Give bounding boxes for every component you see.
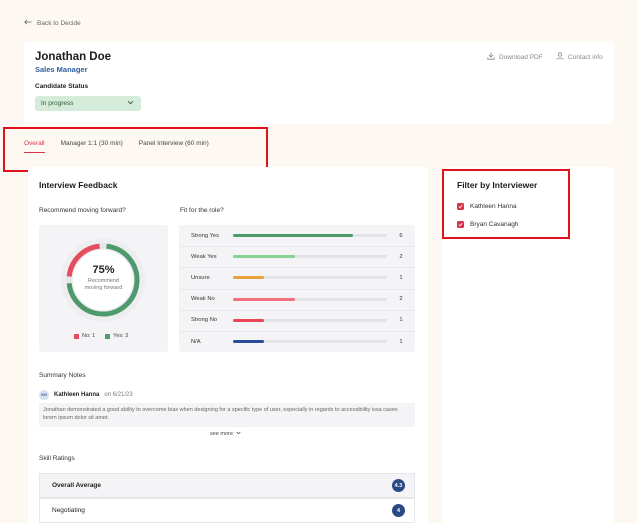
note-text: Jonathan demonstrated a good ability to …	[39, 403, 415, 427]
fit-bar-row: Weak Yes 2	[179, 246, 415, 267]
see-more-label: see more	[210, 431, 233, 437]
status-value: In progress	[41, 100, 74, 107]
fit-bar-category: N/A	[191, 338, 201, 345]
fit-bar-row: Weak No 2	[179, 289, 415, 310]
fit-bar-count: 1	[399, 338, 403, 345]
fit-label: Fit for the role?	[180, 207, 224, 214]
fit-bar-track	[233, 318, 387, 322]
chevron-down-icon	[127, 100, 134, 107]
fit-bar-count: 2	[399, 296, 403, 303]
note-author-row: KH Kathleen Hanna on 6/21/23	[39, 390, 133, 400]
fit-bar-row: Unsure 1	[179, 267, 415, 288]
candidate-name: Jonathan Doe	[35, 51, 112, 63]
download-pdf-button[interactable]: Download PDF	[487, 52, 543, 62]
contact-info-label: Contact info	[568, 53, 603, 61]
fit-bar-track	[233, 276, 387, 280]
fit-bar-category: Weak Yes	[191, 253, 217, 260]
fit-bar-count: 6	[399, 232, 403, 239]
back-link-label: Back to Decide	[37, 19, 81, 27]
donut-caption-line1: Recommend	[87, 278, 120, 284]
fit-bar-track	[233, 234, 387, 237]
legend-yes: Yes: 3	[105, 333, 128, 339]
fit-bar-track	[233, 297, 387, 301]
skill-score-badge: 4	[392, 504, 405, 517]
download-icon	[487, 52, 495, 62]
donut-percent: 75%	[92, 264, 115, 276]
status-label: Candidate Status	[35, 83, 89, 90]
fit-bar	[233, 318, 264, 322]
highlight-box-filter	[442, 169, 570, 239]
candidate-role: Sales Manager	[35, 65, 88, 74]
summary-notes-label: Summary Notes	[39, 372, 86, 379]
legend-no: No: 1	[74, 333, 95, 339]
fit-bar	[233, 340, 264, 343]
skill-row-overall-average: Overall Average 4.3	[39, 473, 415, 498]
fit-bar	[233, 255, 295, 259]
fit-bar-category: Strong Yes	[191, 232, 220, 239]
chevron-down-icon	[236, 431, 241, 437]
fit-bar-track	[233, 340, 387, 343]
highlight-box-tabs	[3, 127, 268, 172]
fit-bar-count: 1	[399, 317, 403, 324]
download-pdf-label: Download PDF	[499, 53, 543, 61]
skill-score-badge: 4.3	[392, 479, 405, 492]
note-date: on 6/21/23	[104, 392, 133, 398]
skill-name: Overall Average	[52, 482, 102, 489]
user-icon	[556, 52, 564, 62]
avatar: KH	[39, 390, 49, 400]
fit-bar-category: Unsure	[191, 274, 210, 281]
fit-bar	[233, 234, 354, 237]
donut-legend: No: 1 Yes: 3	[74, 333, 128, 339]
fit-bar-count: 2	[399, 253, 403, 260]
arrow-left-icon	[24, 19, 32, 27]
see-more-link[interactable]: see more	[210, 431, 241, 437]
fit-bar	[233, 297, 295, 301]
status-dropdown[interactable]: In progress	[35, 96, 141, 111]
donut-caption: Recommend moving forward	[39, 278, 168, 292]
fit-bar-row: Strong Yes 6	[179, 225, 415, 246]
fit-bar-count: 1	[399, 274, 403, 281]
skill-row-negotiating: Negotiating 4	[39, 498, 415, 523]
feedback-title: Interview Feedback	[39, 180, 118, 190]
fit-bar-category: Weak No	[191, 296, 215, 303]
skill-ratings-label: Skill Ratings	[39, 455, 75, 462]
fit-bar-track	[233, 255, 387, 259]
recommend-donut-panel: 75% Recommend moving forward No: 1 Yes: …	[39, 225, 168, 352]
donut-caption-line2: moving forward	[84, 285, 123, 291]
fit-bar	[233, 276, 264, 280]
contact-info-button[interactable]: Contact info	[556, 52, 603, 62]
fit-bar-row: N/A 1	[179, 331, 415, 352]
fit-bar-row: Strong No 1	[179, 310, 415, 331]
fit-bars-panel: Strong Yes 6 Weak Yes 2 Unsure 1 Weak No 2 Stron…	[179, 225, 415, 352]
fit-bar-category: Strong No	[191, 317, 218, 324]
note-author: Kathleen Hanna	[54, 392, 100, 398]
skill-name: Negotiating	[52, 507, 85, 514]
back-link[interactable]: Back to Decide	[24, 19, 81, 27]
recommend-label: Recommend moving forward?	[39, 207, 126, 214]
